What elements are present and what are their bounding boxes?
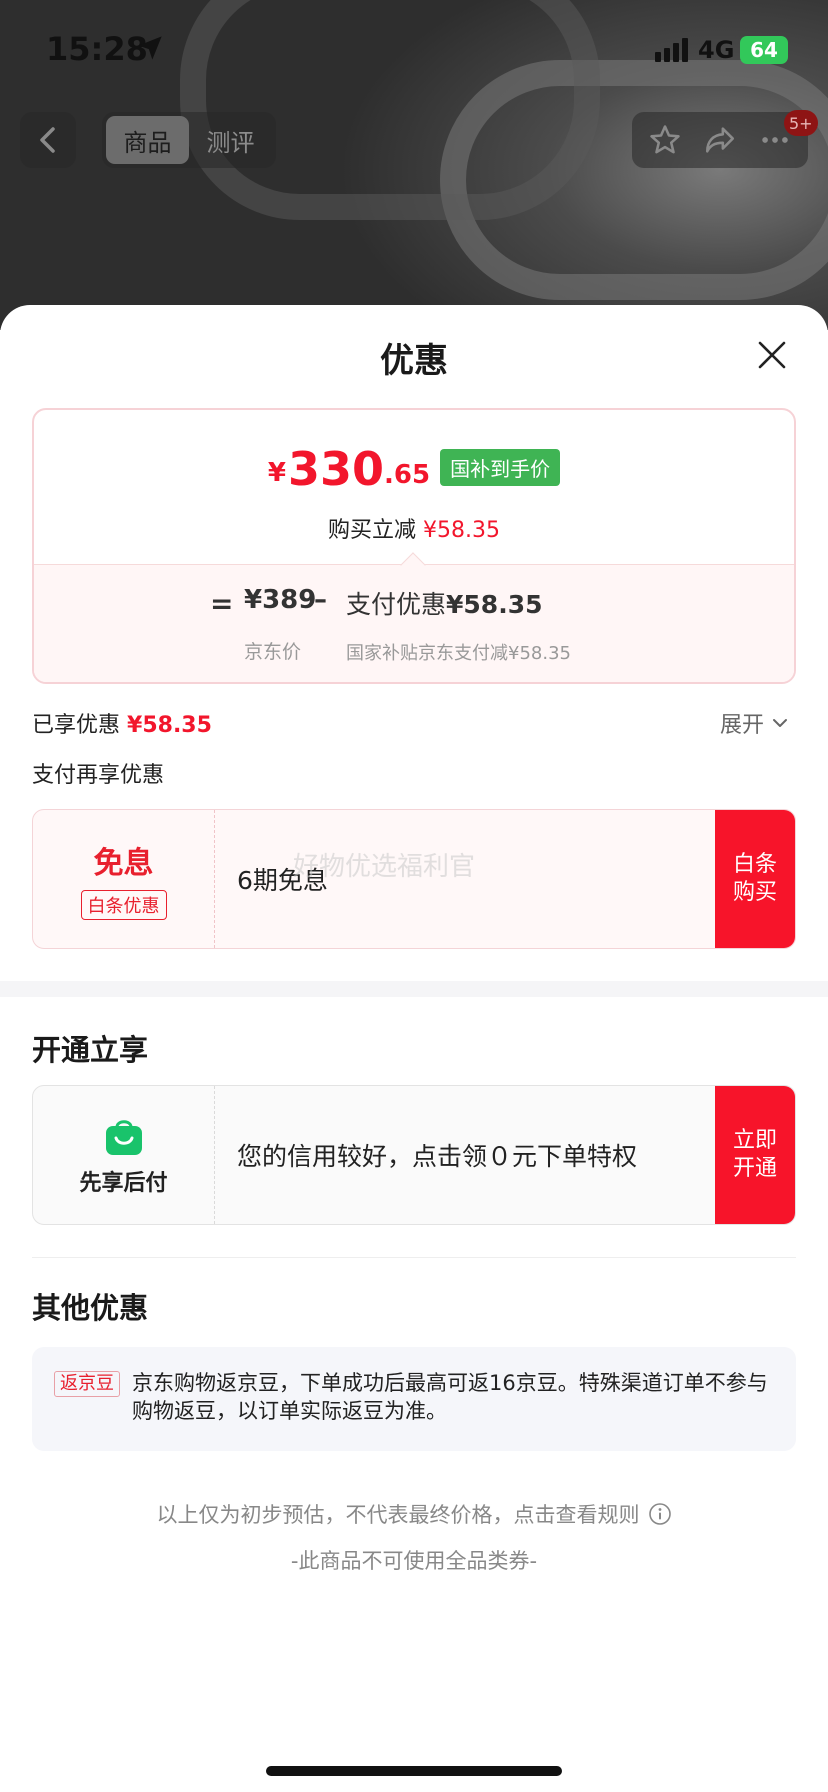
pay-later-badge: 先享后付 — [33, 1086, 215, 1224]
network-type: 4G — [698, 36, 735, 64]
battery-icon: 64 — [740, 36, 788, 64]
pay-later-label: 先享后付 — [79, 1171, 168, 1196]
price-breakdown: = ¥389 – 支付优惠¥58.35 京东价 国家补贴京东支付减¥58.35 — [34, 564, 794, 682]
discount-sheet: 优惠 ¥ 330 .65 国补到手价 购买立减 ¥58.35 = ¥389 – … — [0, 305, 828, 1792]
enjoyed-discount-label: 已享优惠 — [32, 713, 121, 738]
location-icon — [138, 36, 162, 60]
equals-sign: = — [210, 587, 234, 620]
subsidy-price-tag: 国补到手价 — [440, 449, 561, 486]
baitiao-buy-button[interactable]: 白条 购买 — [715, 810, 795, 948]
chevron-down-icon — [773, 719, 788, 727]
jd-price: ¥389 — [244, 585, 317, 615]
interest-free-label: 免息 — [93, 846, 154, 881]
baitiao-offer-text: 6期免息 好物优选福利官 — [215, 810, 715, 948]
jd-price-label: 京东价 — [244, 641, 302, 663]
home-indicator[interactable] — [266, 1766, 562, 1776]
instant-discount: 购买立减 ¥58.35 — [34, 512, 794, 544]
info-icon — [648, 1503, 671, 1525]
coupon-restriction-note: -此商品不可使用全品类券- — [290, 1549, 538, 1573]
close-icon[interactable] — [754, 337, 790, 373]
shopping-bag-icon — [105, 1120, 142, 1155]
back-button[interactable] — [20, 112, 76, 168]
instant-discount-label: 购买立减 — [328, 518, 417, 543]
sheet-title: 优惠 — [380, 341, 448, 381]
expand-label: 展开 — [720, 713, 765, 738]
nav-actions — [632, 112, 808, 168]
signal-icon — [655, 38, 688, 62]
payment-discount: 支付优惠¥58.35 — [346, 585, 543, 621]
instant-discount-value: ¥58.35 — [423, 518, 500, 543]
jingdou-tag: 返京豆 — [54, 1371, 120, 1397]
open-section-title: 开通立享 — [32, 1033, 149, 1067]
baitiao-tag: 白条优惠 — [80, 890, 167, 920]
status-time: 15:28 — [46, 30, 148, 68]
price-card: ¥ 330 .65 国补到手价 购买立减 ¥58.35 = ¥389 – 支付优… — [32, 408, 796, 684]
status-bar: 15:28 4G 64 — [0, 0, 828, 100]
star-icon[interactable] — [648, 123, 682, 157]
watermark: 好物优选福利官 — [293, 852, 476, 882]
price-currency: ¥ — [267, 458, 286, 488]
other-section-title: 其他优惠 — [32, 1291, 149, 1325]
pay-later-offer-card: 先享后付 您的信用较好，点击领０元下单特权 立即 开通 — [32, 1085, 796, 1225]
price-decimal: .65 — [384, 460, 431, 490]
enjoyed-discount-value: ¥58.35 — [127, 713, 212, 738]
pay-later-text: 您的信用较好，点击领０元下单特权 — [237, 1142, 638, 1171]
nav-tabs: 商品 测评 — [102, 112, 276, 168]
tab-product[interactable]: 商品 — [106, 116, 189, 164]
payment-discount-detail: 国家补贴京东支付减¥58.35 — [346, 643, 571, 664]
jingdou-rebate-box: 返京豆 京东购物返京豆，下单成功后最高可返16京豆。特殊渠道订单不参与购物返豆，… — [32, 1347, 796, 1451]
final-price: ¥ 330 .65 国补到手价 — [34, 446, 794, 492]
divider — [32, 1257, 796, 1258]
expand-button[interactable]: 展开 — [720, 707, 788, 739]
estimate-rules-link[interactable]: 以上仅为初步预估，不代表最终价格，点击查看规则 — [0, 1499, 828, 1529]
baitiao-offer-badge: 免息 白条优惠 — [33, 810, 215, 948]
back-icon — [40, 127, 55, 153]
tab-review[interactable]: 测评 — [189, 116, 272, 164]
minus-sign: – — [314, 585, 327, 615]
activate-now-button[interactable]: 立即 开通 — [715, 1086, 795, 1224]
share-icon[interactable] — [703, 123, 737, 157]
footnote-text: 以上仅为初步预估，不代表最终价格，点击查看规则 — [156, 1503, 640, 1527]
payment-discount-label: 支付优惠 — [346, 590, 447, 619]
payment-discount-value: ¥58.35 — [446, 590, 543, 619]
jingdou-text: 京东购物返京豆，下单成功后最高可返16京豆。特殊渠道订单不参与购物返豆，以订单实… — [132, 1371, 768, 1423]
pay-section-title: 支付再享优惠 — [32, 763, 165, 788]
price-integer: 330 — [288, 442, 385, 496]
enjoyed-discount: 已享优惠 ¥58.35 — [32, 707, 212, 739]
battery-level: 64 — [750, 38, 778, 62]
page: 15:28 4G 64 商品 测评 5+ 优惠 ¥ 330 .65 国补到手价 … — [0, 0, 828, 1792]
message-badge: 5+ — [784, 110, 818, 136]
section-separator — [0, 981, 828, 997]
baitiao-offer-card: 免息 白条优惠 6期免息 好物优选福利官 白条 购买 — [32, 809, 796, 949]
